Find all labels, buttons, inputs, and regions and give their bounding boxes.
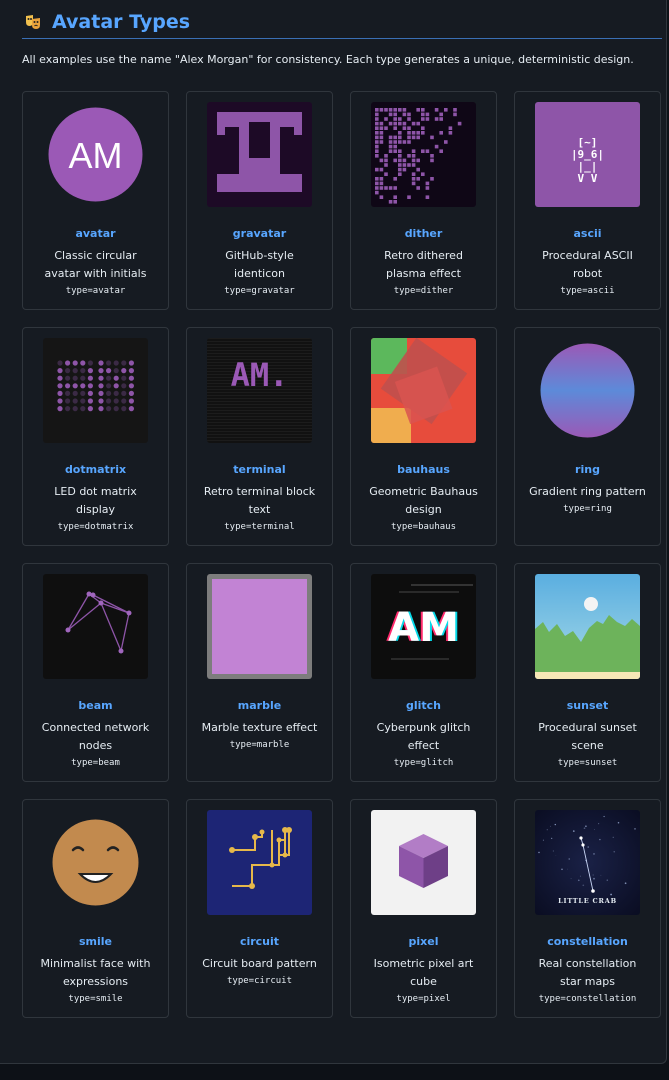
smile-preview (43, 810, 148, 915)
card-code: type=beam (71, 758, 120, 768)
card-code: type=dotmatrix (57, 522, 134, 532)
card-dotmatrix: dotmatrix LED dot matrix display type=dot… (22, 327, 169, 546)
beam-preview (43, 574, 148, 679)
card-ascii: [~] |9_6| |_| V V ascii Procedural ASCII… (514, 91, 661, 310)
card-constellation: LITTLE CRAB constellation Real constella… (514, 799, 661, 1018)
card-name: ascii (573, 227, 602, 240)
card-code: type=ascii (560, 286, 615, 296)
card-description: Procedural ASCII robot (542, 249, 633, 280)
card-name: glitch (405, 699, 442, 712)
card-code: type=smile (68, 994, 123, 1004)
pixel-preview (371, 810, 476, 915)
section-header: Avatar Types (24, 8, 190, 36)
card-code: type=marble (229, 740, 290, 750)
card-description: Real constellation star maps (538, 957, 637, 988)
card-description: Gradient ring pattern (529, 485, 646, 498)
card-avatar: AM avatar Classic circular avatar with i… (22, 91, 169, 310)
card-beam: beam Connected network nodes type=beam (22, 563, 169, 782)
card-name: avatar (75, 227, 116, 240)
card-description: GitHub-style identicon (225, 249, 294, 280)
card-name: circuit (239, 935, 280, 948)
main-panel: Avatar Types All examples use the name "… (0, 0, 667, 1064)
title-divider (22, 38, 662, 39)
card-description: Isometric pixel art cube (373, 957, 474, 988)
card-code: type=sunset (557, 758, 618, 768)
card-sunset: sunset Procedural sunset scene type=sunse… (514, 563, 661, 782)
theater-masks-icon (24, 13, 42, 31)
constellation-preview: LITTLE CRAB (535, 810, 640, 915)
terminal-preview: AM. (207, 338, 312, 443)
card-code: type=avatar (65, 286, 126, 296)
card-name: sunset (566, 699, 609, 712)
card-name: smile (78, 935, 112, 948)
card-code: type=constellation (538, 994, 637, 1004)
card-code: type=bauhaus (390, 522, 457, 532)
card-description: Circuit board pattern (202, 957, 317, 970)
card-dither: dither Retro dithered plasma effect type=… (350, 91, 497, 310)
card-description: Cyberpunk glitch effect (376, 721, 471, 752)
card-description: Geometric Bauhaus design (369, 485, 478, 516)
svg-text:V V: V V (571, 172, 604, 185)
constellation-label: LITTLE CRAB (558, 897, 617, 905)
glitch-preview: AM AM AM (371, 574, 476, 679)
card-ring: ring Gradient ring pattern type=ring (514, 327, 661, 546)
dither-preview (371, 102, 476, 207)
card-name: gravatar (232, 227, 287, 240)
card-pixel: pixel Isometric pixel art cube type=pixel (350, 799, 497, 1018)
card-name: beam (78, 699, 113, 712)
card-name: dither (404, 227, 443, 240)
card-glitch: AM AM AM glitch Cyberpunk glitch effect t… (350, 563, 497, 782)
card-code: type=glitch (393, 758, 454, 768)
card-description: Procedural sunset scene (538, 721, 637, 752)
card-name: pixel (408, 935, 439, 948)
dotmatrix-preview (43, 338, 148, 443)
ascii-preview: [~] |9_6| |_| V V (535, 102, 640, 207)
card-gravatar: gravatar GitHub-style identicon type=grav… (186, 91, 333, 310)
avatar-preview: AM (43, 102, 148, 207)
card-code: type=circuit (226, 976, 293, 986)
sunset-preview (535, 574, 640, 679)
gravatar-preview (207, 102, 312, 207)
terminal-text: AM. (231, 356, 289, 394)
card-description: Retro terminal block text (203, 485, 316, 516)
card-description: Classic circular avatar with initials (44, 249, 147, 280)
card-name: bauhaus (397, 463, 450, 476)
card-name: ring (575, 463, 600, 476)
ring-preview (535, 338, 640, 443)
circuit-preview (207, 810, 312, 915)
marble-preview (207, 574, 312, 679)
card-description: Connected network nodes (41, 721, 150, 752)
card-code: type=ring (563, 504, 612, 514)
card-code: type=dither (393, 286, 454, 296)
bauhaus-preview (371, 338, 476, 443)
card-description: Retro dithered plasma effect (384, 249, 463, 280)
card-code: type=gravatar (224, 286, 295, 296)
page-title: Avatar Types (52, 11, 191, 33)
card-description: Marble texture effect (201, 721, 318, 734)
card-marble: marble Marble texture effect type=marble (186, 563, 333, 782)
card-code: type=pixel (396, 994, 451, 1004)
card-code: type=terminal (224, 522, 295, 532)
avatar-initials: AM (69, 135, 123, 176)
intro-text: All examples use the name "Alex Morgan" … (22, 53, 634, 66)
card-description: Minimalist face with expressions (40, 957, 151, 988)
card-description: LED dot matrix display (54, 485, 137, 516)
card-name: terminal (233, 463, 286, 476)
card-bauhaus: bauhaus Geometric Bauhaus design type=bau… (350, 327, 497, 546)
card-smile: smile Minimalist face with expressions ty… (22, 799, 169, 1018)
card-name: constellation (547, 935, 628, 948)
card-circuit: circuit Circuit board pattern type=circui… (186, 799, 333, 1018)
card-name: dotmatrix (64, 463, 127, 476)
card-name: marble (237, 699, 282, 712)
card-terminal: AM. terminal Retro terminal block text ty… (186, 327, 333, 546)
glitch-text: AM (388, 605, 459, 651)
